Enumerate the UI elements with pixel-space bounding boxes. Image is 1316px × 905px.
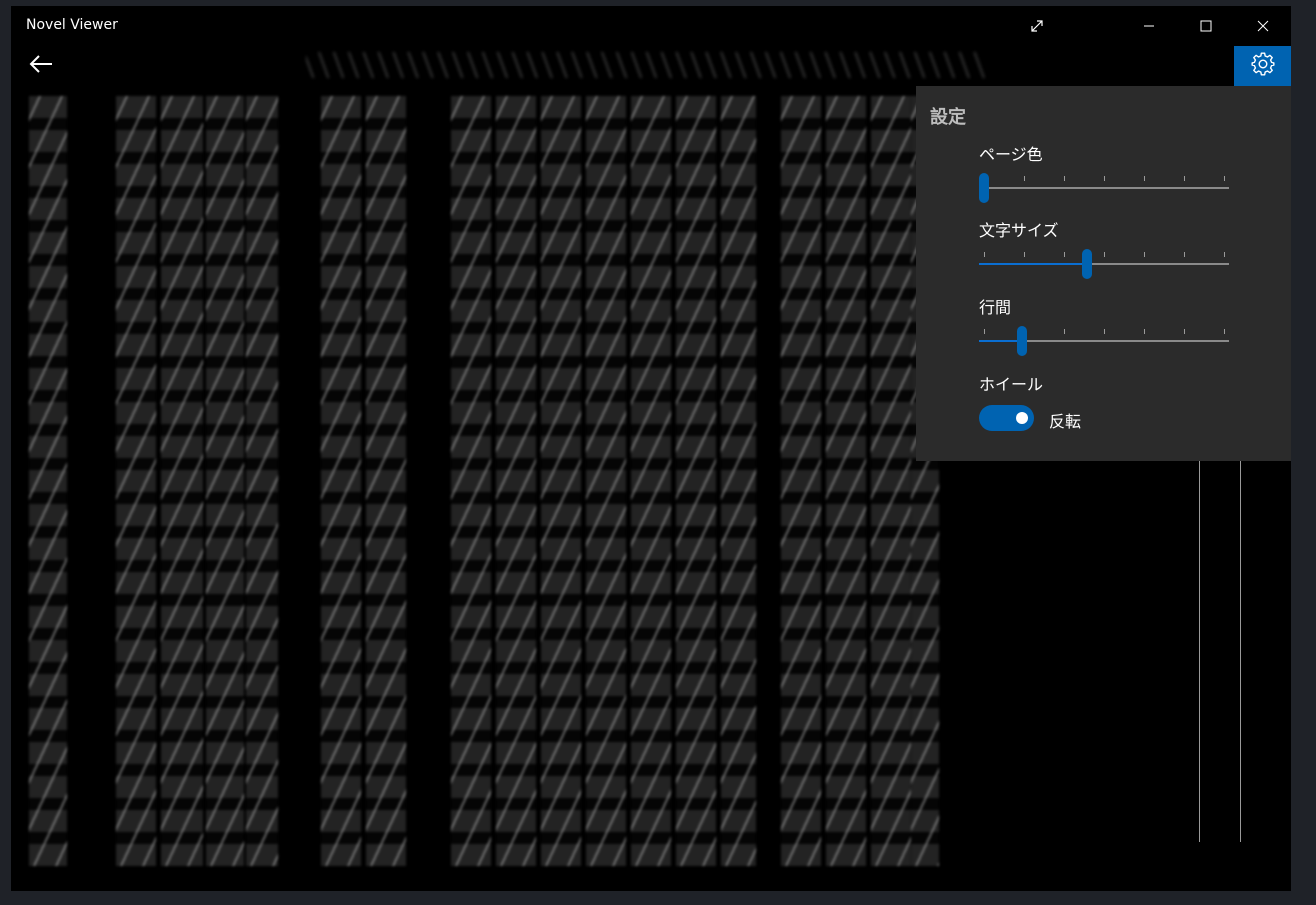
- toggle-knob: [1016, 412, 1028, 424]
- text-column-blurred: [721, 96, 756, 866]
- slider-tick: [1144, 329, 1145, 334]
- minimize-icon: [1143, 20, 1155, 32]
- slider-tick: [1104, 252, 1105, 257]
- slider-thumb[interactable]: [1082, 249, 1093, 279]
- page-color-slider[interactable]: [979, 173, 1229, 203]
- expand-diagonal-icon: [1029, 18, 1045, 34]
- slider-tick: [1184, 176, 1185, 181]
- chapter-heading-blurred: [306, 52, 986, 78]
- settings-flyout: 設定 ページ色 文字サイズ 行間 ホイール 反転: [916, 86, 1291, 461]
- slider-tick: [1224, 329, 1225, 334]
- gear-icon: [1250, 51, 1276, 81]
- text-column-blurred: [871, 96, 911, 866]
- minimize-button[interactable]: [1120, 6, 1177, 46]
- close-icon: [1257, 20, 1269, 32]
- slider-tick: [1144, 176, 1145, 181]
- title-bar[interactable]: Novel Viewer: [11, 6, 1291, 46]
- slider-tick: [1064, 329, 1065, 334]
- slider-tick: [1184, 252, 1185, 257]
- slider-tick: [1144, 252, 1145, 257]
- text-column-blurred: [366, 96, 406, 866]
- maximize-icon: [1200, 20, 1212, 32]
- text-column-blurred: [161, 96, 203, 866]
- text-column-blurred: [781, 96, 821, 866]
- text-column-blurred: [451, 96, 491, 866]
- wheel-invert-label: 反転: [1049, 412, 1082, 431]
- font-size-slider[interactable]: [979, 249, 1229, 279]
- slider-tick: [1064, 252, 1065, 257]
- text-column-blurred: [541, 96, 581, 866]
- line-spacing-slider[interactable]: [979, 326, 1229, 356]
- slider-tick: [1184, 329, 1185, 334]
- back-button[interactable]: [19, 46, 63, 86]
- settings-button[interactable]: [1234, 46, 1291, 86]
- wheel-invert-toggle[interactable]: [979, 405, 1034, 431]
- app-window: Novel Viewer 設定 ページ色 文字サイズ 行間 ホイール 反転: [11, 6, 1291, 891]
- font-size-label: 文字サイズ: [979, 221, 1059, 240]
- ruby-line: [1240, 456, 1241, 842]
- slider-tick: [984, 329, 985, 334]
- slider-tick: [1224, 252, 1225, 257]
- slider-tick: [984, 252, 985, 257]
- text-column-blurred: [29, 96, 67, 866]
- slider-fill: [979, 340, 1023, 342]
- maximize-button[interactable]: [1177, 6, 1234, 46]
- text-column-blurred: [826, 96, 866, 866]
- slider-track[interactable]: [979, 187, 1229, 189]
- fullscreen-button[interactable]: [1008, 6, 1065, 46]
- ruby-line: [1199, 456, 1200, 842]
- text-column-blurred: [246, 96, 278, 866]
- slider-tick: [1104, 176, 1105, 181]
- slider-tick: [1024, 252, 1025, 257]
- text-column-blurred: [116, 96, 156, 866]
- wheel-label: ホイール: [979, 375, 1044, 394]
- text-column-blurred: [321, 96, 361, 866]
- slider-thumb[interactable]: [1017, 326, 1028, 356]
- text-column-blurred: [496, 96, 536, 866]
- slider-fill: [979, 263, 1088, 265]
- arrow-left-icon: [28, 53, 54, 79]
- slider-tick: [1224, 176, 1225, 181]
- text-column-blurred: [586, 96, 626, 866]
- app-title: Novel Viewer: [26, 17, 118, 33]
- slider-tick: [1064, 176, 1065, 181]
- page-color-label: ページ色: [979, 145, 1043, 164]
- settings-title: 設定: [930, 107, 966, 128]
- text-column-blurred: [676, 96, 716, 866]
- text-column-blurred: [631, 96, 671, 866]
- slider-thumb[interactable]: [979, 173, 989, 203]
- line-spacing-label: 行間: [979, 298, 1012, 317]
- close-button[interactable]: [1234, 6, 1291, 46]
- slider-tick: [1024, 176, 1025, 181]
- text-column-blurred: [206, 96, 244, 866]
- slider-tick: [1104, 329, 1105, 334]
